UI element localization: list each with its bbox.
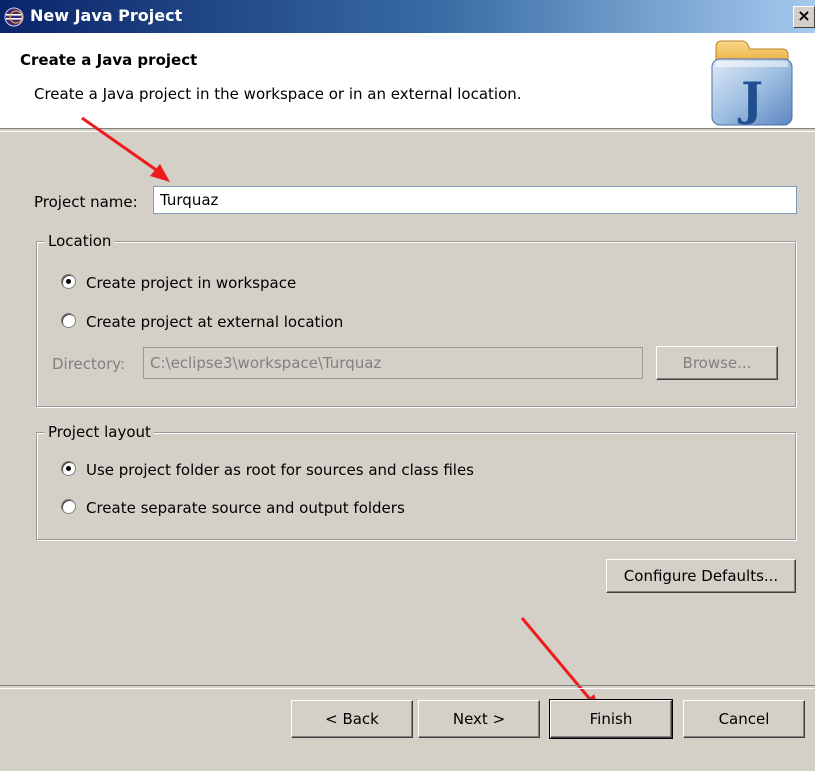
window-title: New Java Project (30, 6, 183, 25)
next-button[interactable]: Next > (418, 700, 540, 738)
new-java-project-dialog: New Java Project × Create a Java project… (0, 0, 815, 771)
create-in-workspace-radio[interactable]: Create project in workspace (61, 274, 296, 292)
project-name-label: Project name: (34, 193, 138, 211)
directory-label: Directory: (52, 355, 126, 373)
project-name-input[interactable] (153, 186, 797, 214)
java-letter-icon: J (737, 72, 763, 126)
create-at-external-location-label: Create project at external location (86, 313, 344, 331)
use-project-folder-label: Use project folder as root for sources a… (86, 461, 474, 479)
create-in-workspace-label: Create project in workspace (86, 274, 297, 292)
browse-button[interactable]: Browse... (656, 346, 778, 380)
page-title: Create a Java project (20, 51, 198, 69)
finish-button[interactable]: Finish (549, 699, 673, 739)
use-project-folder-radio[interactable]: Use project folder as root for sources a… (61, 461, 474, 479)
radio-unchecked-icon (61, 313, 76, 328)
page-description: Create a Java project in the workspace o… (34, 85, 522, 103)
project-layout-legend: Project layout (45, 423, 154, 441)
title-bar[interactable]: New Java Project × (0, 0, 815, 33)
configure-defaults-button[interactable]: Configure Defaults... (606, 559, 796, 593)
back-button[interactable]: < Back (291, 700, 413, 738)
eclipse-icon (4, 7, 24, 27)
java-project-wizard-icon: J (711, 40, 793, 126)
footer-separator (0, 685, 815, 689)
close-icon: × (797, 6, 811, 25)
project-layout-group: Project layout (36, 423, 796, 540)
directory-input[interactable] (143, 347, 643, 379)
close-button[interactable]: × (793, 6, 815, 28)
radio-unchecked-icon (61, 499, 76, 514)
separate-source-output-radio[interactable]: Create separate source and output folder… (61, 499, 405, 517)
radio-checked-icon (61, 461, 76, 476)
radio-checked-icon (61, 274, 76, 289)
banner-separator (0, 128, 815, 132)
cancel-button[interactable]: Cancel (683, 700, 805, 738)
separate-source-output-label: Create separate source and output folder… (86, 499, 405, 517)
create-at-external-location-radio[interactable]: Create project at external location (61, 313, 343, 331)
wizard-banner: Create a Java project Create a Java proj… (0, 33, 815, 128)
location-legend: Location (45, 232, 115, 250)
